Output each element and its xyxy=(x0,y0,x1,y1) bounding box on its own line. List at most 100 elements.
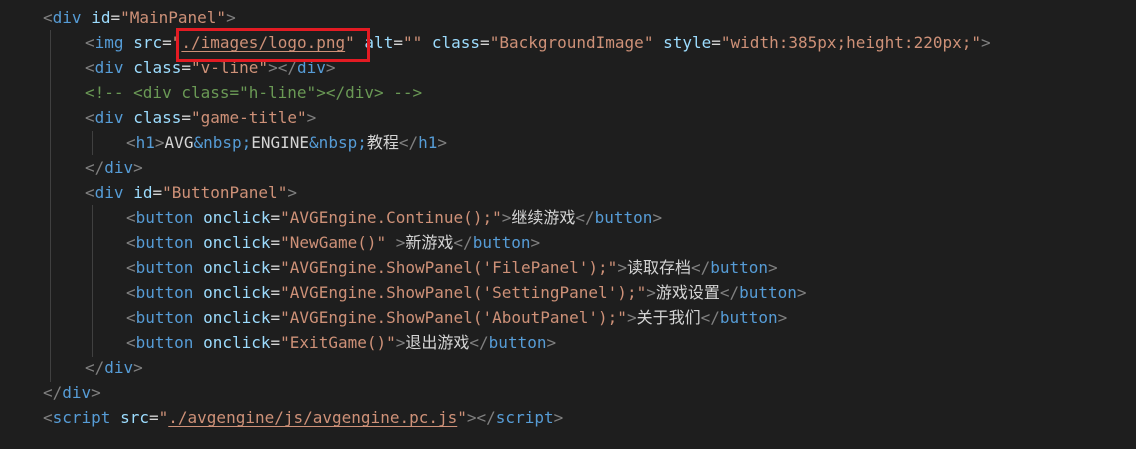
code-token-tag-name: button xyxy=(135,258,194,277)
code-token-punctuation: < xyxy=(126,133,136,152)
code-line[interactable]: <div id="ButtonPanel"> xyxy=(85,181,297,205)
code-token-punctuation: </ xyxy=(700,308,720,327)
code-line[interactable]: </div> xyxy=(43,381,101,405)
code-token-punctuation: </ xyxy=(575,208,595,227)
code-line[interactable]: <button onclick="AVGEngine.ShowPanel('Se… xyxy=(126,281,807,305)
code-token-string-value: "ExitGame()" xyxy=(280,333,396,352)
code-token-text-content: AVG xyxy=(164,133,194,152)
code-token-punctuation: < xyxy=(126,233,136,252)
code-line[interactable]: <button onclick="AVGEngine.ShowPanel('Ab… xyxy=(126,306,787,330)
code-token-punctuation: > xyxy=(287,183,297,202)
code-line[interactable]: <button onclick="NewGame()" >新游戏</button… xyxy=(126,231,540,255)
code-token-punctuation: </ xyxy=(85,358,105,377)
code-token-comment: <!-- <div class="h-line"></div> --> xyxy=(85,83,423,102)
code-token-tag-name: button xyxy=(135,308,194,327)
code-token-tag-name: script xyxy=(52,408,111,427)
code-token-text-content xyxy=(124,58,134,77)
code-token-text-content xyxy=(124,108,134,127)
code-token-punctuation: </ xyxy=(476,408,496,427)
code-line[interactable]: <button onclick="AVGEngine.ShowPanel('Fi… xyxy=(126,256,778,280)
code-token-text-content: = xyxy=(270,308,281,327)
code-token-punctuation: > xyxy=(530,233,541,252)
code-token-text-content: 继续游戏 xyxy=(511,208,576,227)
code-token-punctuation: > xyxy=(226,8,236,27)
code-token-punctuation: > xyxy=(306,108,317,127)
code-token-punctuation: </ xyxy=(453,233,473,252)
code-token-tag-name: div xyxy=(104,158,134,177)
code-token-text-content: 新游戏 xyxy=(405,233,454,252)
code-token-text-content: = xyxy=(110,8,121,27)
code-token-text-content: = xyxy=(270,283,281,302)
code-token-punctuation: < xyxy=(85,108,95,127)
code-token-tag-name: div xyxy=(94,183,124,202)
code-editor[interactable]: <div id="MainPanel"> <img src="./images/… xyxy=(0,0,1136,449)
code-token-punctuation: > xyxy=(981,33,991,52)
code-token-tag-name: img xyxy=(94,33,124,52)
code-token-punctuation: < xyxy=(126,333,136,352)
code-line[interactable]: </div> xyxy=(85,356,143,380)
code-token-punctuation: </ xyxy=(398,133,419,152)
code-token-tag-name: button xyxy=(594,208,653,227)
code-token-text-content xyxy=(124,183,134,202)
code-token-text-content xyxy=(193,333,203,352)
code-token-text-content: 关于我们 xyxy=(636,308,701,327)
code-token-attribute-name: src xyxy=(133,33,163,52)
code-token-attribute-name: class xyxy=(133,108,182,127)
code-token-tag-name: button xyxy=(472,233,531,252)
code-token-punctuation: > xyxy=(553,408,564,427)
code-token-punctuation: > xyxy=(777,308,788,327)
code-token-text-content xyxy=(193,208,203,227)
code-token-text-content xyxy=(193,308,203,327)
code-token-text-content: = xyxy=(480,33,490,52)
code-line[interactable]: <!-- <div class="h-line"></div> --> xyxy=(85,81,422,105)
code-token-text-content xyxy=(193,258,203,277)
code-token-string-value: "game-title" xyxy=(191,108,307,127)
code-token-punctuation: </ xyxy=(43,383,63,402)
code-token-text-content xyxy=(422,33,432,52)
code-token-punctuation: > xyxy=(437,133,448,152)
code-token-text-content: = xyxy=(162,33,172,52)
code-token-string-value: "width:385px;height:220px;" xyxy=(720,33,981,52)
code-token-punctuation: < xyxy=(85,33,95,52)
code-token-tag-name: button xyxy=(739,283,797,302)
code-token-punctuation: < xyxy=(43,8,53,27)
code-token-text-content: 读取存档 xyxy=(626,258,691,277)
code-token-tag-name: div xyxy=(94,108,124,127)
code-line[interactable]: <button onclick="ExitGame()">退出游戏</butto… xyxy=(126,331,556,355)
code-line[interactable]: <button onclick="AVGEngine.Continue();">… xyxy=(126,206,662,230)
code-token-text-content: 退出游戏 xyxy=(405,333,470,352)
code-token-attribute-name: onclick xyxy=(203,208,271,227)
code-token-attribute-name: onclick xyxy=(203,233,271,252)
file-path-link[interactable]: ./avgengine/js/avgengine.pc.js xyxy=(168,408,457,427)
code-token-punctuation: > xyxy=(768,258,778,277)
code-token-punctuation: > xyxy=(796,283,807,302)
code-token-text-content: = xyxy=(711,33,721,52)
code-token-text-content: = xyxy=(270,233,281,252)
highlight-box xyxy=(176,28,370,62)
code-token-punctuation: > xyxy=(133,358,143,377)
code-token-punctuation: </ xyxy=(719,283,740,302)
code-token-attribute-name: onclick xyxy=(203,283,271,302)
code-token-attribute-name: onclick xyxy=(203,308,271,327)
code-token-attribute-name: onclick xyxy=(203,258,271,277)
code-token-tag-name: button xyxy=(135,283,194,302)
code-token-punctuation: > xyxy=(626,308,637,327)
code-token-tag-name: button xyxy=(710,258,769,277)
code-token-tag-name: h1 xyxy=(418,133,438,152)
code-token-punctuation: > xyxy=(617,258,627,277)
code-line[interactable]: <div class="game-title"> xyxy=(85,106,316,130)
code-token-punctuation: < xyxy=(126,283,136,302)
code-token-text-content: 游戏设置 xyxy=(655,283,720,302)
code-token-string-value: "BackgroundImage" xyxy=(489,33,654,52)
code-line[interactable]: <div id="MainPanel"> xyxy=(43,6,236,30)
code-line[interactable]: </div> xyxy=(85,156,143,180)
code-token-tag-name: button xyxy=(135,333,194,352)
code-token-text-content: = xyxy=(270,208,281,227)
code-line[interactable]: <h1>AVG&nbsp;ENGINE&nbsp;教程</h1> xyxy=(126,131,447,155)
code-token-string-value: " xyxy=(158,408,169,427)
code-token-punctuation: < xyxy=(126,308,136,327)
code-line[interactable]: <script src="./avgengine/js/avgengine.pc… xyxy=(43,406,563,430)
code-token-text-content: ENGINE xyxy=(251,133,310,152)
code-token-attribute-name: class xyxy=(431,33,481,52)
code-token-html-entity: &nbsp; xyxy=(309,133,367,152)
